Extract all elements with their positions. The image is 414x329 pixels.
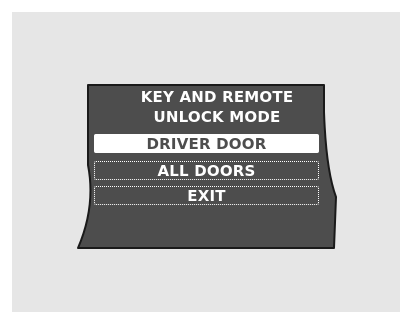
menu-item-all-doors[interactable]: ALL DOORS — [94, 161, 319, 180]
menu-title-line-2: UNLOCK MODE — [153, 108, 281, 126]
menu-item-exit[interactable]: EXIT — [94, 186, 319, 205]
menu-item-driver-door[interactable]: DRIVER DOOR — [94, 134, 319, 153]
menu-title-line-1: KEY AND REMOTE — [140, 88, 294, 106]
menu-title: KEY AND REMOTE UNLOCK MODE — [112, 87, 322, 127]
